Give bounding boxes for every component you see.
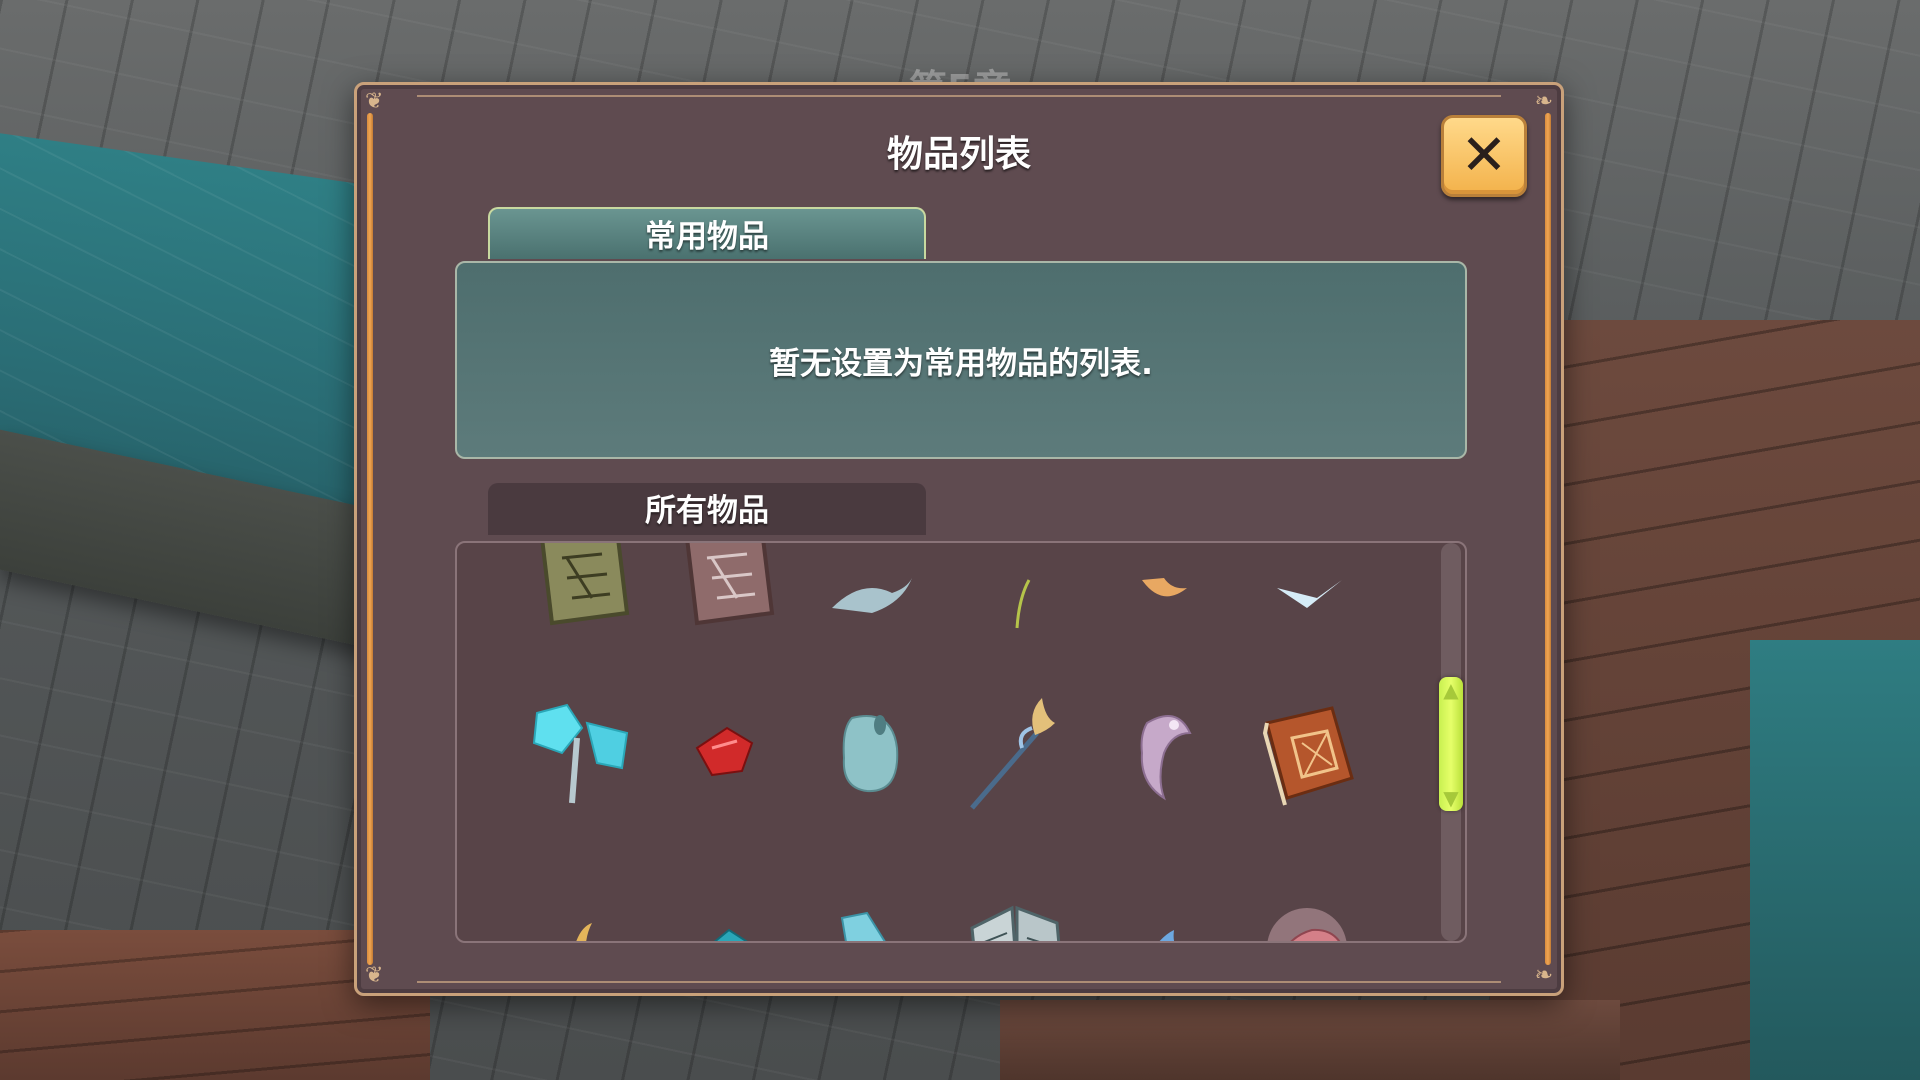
- item-slot[interactable]: [1097, 543, 1227, 643]
- blue-fish-icon: [1159, 930, 1175, 941]
- close-icon: ✕: [1460, 123, 1508, 188]
- ice-shard-icon: [1277, 580, 1342, 608]
- dialog-bottom-border: [417, 981, 1501, 983]
- close-button[interactable]: ✕: [1441, 115, 1527, 197]
- item-slot[interactable]: [1242, 543, 1372, 643]
- dialog-top-border: [417, 95, 1501, 97]
- item-slot[interactable]: [517, 863, 647, 941]
- corner-ornament-icon: ❧: [1534, 89, 1553, 114]
- item-slot[interactable]: [952, 688, 1082, 818]
- item-grid: [497, 543, 1397, 941]
- item-slot[interactable]: [807, 543, 937, 643]
- corner-ornament-icon: ❦: [365, 89, 384, 114]
- item-slot[interactable]: [807, 863, 937, 941]
- purple-fang-icon: [1140, 714, 1192, 801]
- item-list-dialog: ❦ ❧ ❦ ❧ 物品列表 ✕ 常用物品 暂无设置为常用物品的列表. 所有物品 ▲…: [354, 82, 1564, 996]
- scroll-down-icon: ▼: [1443, 786, 1459, 810]
- orange-fang-icon: [1142, 578, 1187, 597]
- item-row: [497, 543, 1397, 666]
- blue-stone-icon: [842, 715, 899, 793]
- dialog-rail-right: [1545, 113, 1551, 965]
- tab-common-items[interactable]: 常用物品: [488, 207, 926, 259]
- item-row: [497, 841, 1397, 941]
- item-list-scrollbar[interactable]: ▲ ▼: [1439, 543, 1463, 941]
- red-spellbook-icon: [1262, 706, 1354, 806]
- green-twig-icon: [1015, 579, 1031, 629]
- item-row: [497, 666, 1397, 841]
- item-slot[interactable]: [1097, 688, 1227, 818]
- corner-ornament-icon: ❧: [1534, 963, 1553, 988]
- item-slot[interactable]: [1242, 863, 1372, 941]
- item-slot[interactable]: [952, 543, 1082, 643]
- item-slot[interactable]: [662, 863, 792, 941]
- wooden-plank-bottom-center: [1000, 1000, 1620, 1080]
- golden-feather-icon: [576, 923, 592, 941]
- red-gem-icon: [695, 726, 754, 777]
- corner-ornament-icon: ❦: [365, 963, 384, 988]
- item-slot[interactable]: [1097, 863, 1227, 941]
- crystal-axe-icon: [532, 703, 629, 804]
- green-rune-book-icon: [540, 543, 630, 626]
- scroll-thumb[interactable]: ▲ ▼: [1439, 677, 1463, 811]
- item-slot[interactable]: [952, 863, 1082, 941]
- item-slot[interactable]: [662, 688, 792, 818]
- item-slot[interactable]: [1242, 688, 1372, 818]
- tab-all-items[interactable]: 所有物品: [488, 483, 926, 535]
- item-slot[interactable]: [517, 543, 647, 643]
- scroll-up-icon: ▲: [1443, 678, 1459, 702]
- teal-gem-icon: [713, 928, 748, 941]
- water-channel-right: [1750, 640, 1920, 1080]
- all-items-panel: [455, 541, 1467, 943]
- ghost-hand-icon: [832, 578, 912, 613]
- item-slot[interactable]: [662, 543, 792, 643]
- dialog-rail-left: [367, 113, 373, 965]
- item-slot[interactable]: [807, 688, 937, 818]
- common-items-panel: 暂无设置为常用物品的列表.: [455, 261, 1467, 459]
- pink-ore-icon: [1267, 908, 1347, 941]
- empty-message: 暂无设置为常用物品的列表.: [769, 345, 1153, 382]
- item-slot[interactable]: [517, 688, 647, 818]
- ice-crystal-icon: [840, 911, 886, 941]
- crystal-staff-icon: [970, 698, 1055, 810]
- open-book-icon: [970, 905, 1061, 941]
- dialog-title: 物品列表: [886, 134, 1031, 175]
- pink-rune-book-icon: [685, 543, 775, 626]
